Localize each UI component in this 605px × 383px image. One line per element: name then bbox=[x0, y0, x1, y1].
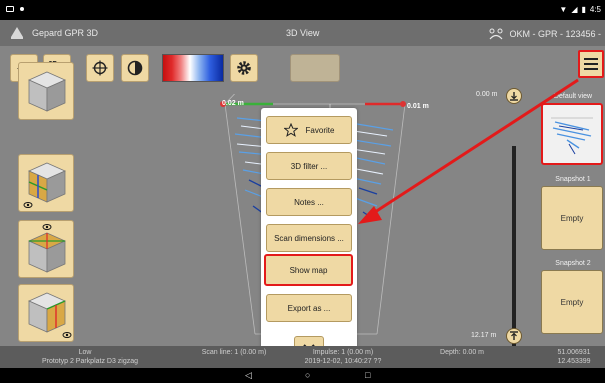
notes-button[interactable]: Notes ... bbox=[266, 188, 352, 216]
toolbar-extra-button[interactable] bbox=[290, 54, 340, 82]
export-as-button[interactable]: Export as ... bbox=[266, 294, 352, 322]
snapshot2-value: Empty bbox=[560, 297, 584, 307]
signal-icon: ◢ bbox=[571, 4, 578, 14]
scan-info-bar: Low Prototyp 2 Parkplatz D3 zigzag Scan … bbox=[0, 346, 605, 368]
default-view-thumbnail[interactable] bbox=[541, 103, 603, 165]
coordinate-longitude: 12.453399 bbox=[557, 358, 591, 365]
contrast-button[interactable] bbox=[121, 54, 149, 82]
favorite-button[interactable]: Favorite bbox=[266, 116, 352, 144]
snapshot1-slot[interactable]: Empty bbox=[541, 186, 603, 250]
view-cube-front[interactable] bbox=[18, 284, 74, 342]
crosshair-button[interactable] bbox=[86, 54, 114, 82]
show-map-button[interactable]: Show map bbox=[264, 254, 353, 286]
cube-icon bbox=[28, 71, 66, 112]
system-navigation-bar: ◁ ○ □ bbox=[0, 368, 605, 383]
wifi-icon: ▼ bbox=[559, 4, 568, 14]
crosshair-icon bbox=[92, 60, 108, 76]
3d-filter-label: 3D filter ... bbox=[290, 161, 328, 171]
depth-top-handle[interactable] bbox=[506, 88, 522, 104]
show-map-label: Show map bbox=[289, 265, 328, 275]
3d-filter-button[interactable]: 3D filter ... bbox=[266, 152, 352, 180]
recents-icon[interactable]: □ bbox=[365, 370, 370, 380]
depth-label-right: 0.01 m bbox=[407, 103, 429, 110]
home-nav-icon[interactable]: ○ bbox=[305, 370, 310, 380]
depth-top-label: 0.00 m bbox=[476, 91, 498, 98]
depth-label-left: 0.02 m bbox=[222, 100, 244, 107]
notification-icon bbox=[6, 6, 14, 12]
app-name: Gepard GPR 3D bbox=[32, 28, 99, 38]
default-view-label: Default view bbox=[553, 93, 593, 100]
app-logo-icon bbox=[11, 27, 23, 39]
datetime-text: 2019-12-02, 10:40:27 ?? bbox=[304, 358, 382, 365]
default-view-preview bbox=[551, 117, 593, 155]
view-cube-top[interactable] bbox=[18, 154, 74, 212]
snapshot1-value: Empty bbox=[560, 213, 584, 223]
gear-icon bbox=[237, 61, 251, 75]
clock: 4:5 bbox=[589, 5, 601, 14]
menu-bar-icon bbox=[584, 63, 598, 65]
arrow-down-icon bbox=[510, 92, 518, 101]
status-icons: ▼ ◢ ▮ 4:5 bbox=[559, 5, 601, 14]
hamburger-menu-button[interactable] bbox=[578, 50, 604, 78]
main-3d-view[interactable]: 2D 3D ↔ bbox=[0, 46, 605, 346]
coordinate-latitude: 51.006931 bbox=[557, 349, 591, 356]
impulse-text: Impulse: 1 (0.00 m) bbox=[312, 349, 374, 356]
device-indicator: OKM - GPR - 123456 - bbox=[488, 28, 601, 40]
back-icon[interactable]: ◁ bbox=[245, 370, 252, 381]
notification-icons bbox=[6, 6, 24, 12]
depth-bottom-label: 12.17 m bbox=[471, 332, 497, 339]
scan-dimensions-label: Scan dimensions ... bbox=[274, 233, 344, 243]
view-cube-default[interactable] bbox=[18, 62, 74, 120]
contrast-icon bbox=[127, 60, 143, 76]
device-icon bbox=[489, 28, 503, 40]
system-status-bar: ▼ ◢ ▮ 4:5 bbox=[0, 0, 605, 20]
export-as-label: Export as ... bbox=[287, 303, 331, 313]
cube-front-view-icon bbox=[28, 292, 72, 338]
scan-dimensions-button[interactable]: Scan dimensions ... bbox=[266, 224, 352, 252]
quality-text: Low bbox=[78, 349, 92, 356]
snapshot2-slot[interactable]: Empty bbox=[541, 270, 603, 334]
snapshot1-label: Snapshot 1 bbox=[555, 176, 591, 183]
scan-line-text: Scan line: 1 (0.00 m) bbox=[201, 349, 267, 356]
notes-label: Notes ... bbox=[294, 197, 324, 207]
favorite-label: Favorite bbox=[305, 125, 335, 135]
options-menu-dialog: Favorite 3D filter ... Notes ... Scan di… bbox=[261, 108, 357, 346]
battery-icon: ▮ bbox=[581, 4, 586, 14]
notification-dot-icon bbox=[20, 7, 24, 11]
star-icon bbox=[283, 123, 298, 137]
app-bar: Gepard GPR 3D 3D View OKM - GPR - 123456… bbox=[0, 20, 605, 46]
cube-side-view-icon bbox=[28, 224, 66, 273]
view-cube-side[interactable] bbox=[18, 220, 74, 278]
screen-title: 3D View bbox=[286, 28, 320, 38]
depth-bottom-handle[interactable] bbox=[506, 328, 522, 344]
depth-slider-track[interactable] bbox=[512, 146, 516, 346]
snapshot2-label: Snapshot 2 bbox=[555, 260, 591, 267]
menu-bar-icon bbox=[584, 58, 598, 60]
color-scale-button[interactable] bbox=[162, 54, 224, 82]
close-menu-button[interactable] bbox=[294, 336, 324, 346]
project-name: Prototyp 2 Parkplatz D3 zigzag bbox=[41, 358, 139, 365]
depth-text: Depth: 0.00 m bbox=[440, 349, 484, 356]
arrow-up-icon bbox=[510, 331, 518, 340]
cube-top-view-icon bbox=[23, 162, 66, 208]
settings-button[interactable] bbox=[230, 54, 258, 82]
menu-bar-icon bbox=[584, 68, 598, 70]
device-name: OKM - GPR - 123456 - bbox=[509, 29, 601, 39]
